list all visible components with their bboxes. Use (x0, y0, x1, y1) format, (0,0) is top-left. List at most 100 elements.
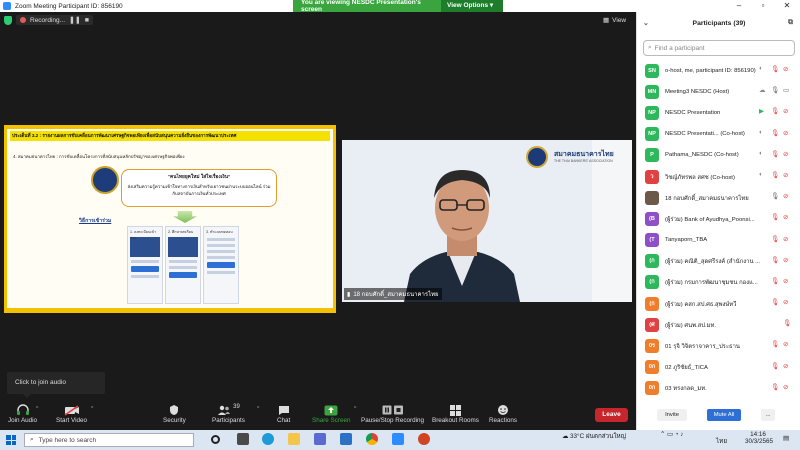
join-audio-tooltip[interactable]: Click to join audio (7, 372, 105, 398)
participant-row[interactable]: (ก (ผู้ร่วม) คสก.สป.ศธ.สุพงษ์ทวี 🎙 ⊘ (637, 293, 800, 314)
participant-search-input[interactable]: ⌕ Find a participant (643, 40, 795, 56)
pause-recording-icon[interactable]: ❚❚ (69, 16, 81, 24)
mic-muted-icon[interactable]: 🎙 (783, 319, 791, 327)
windows-start-icon[interactable] (6, 435, 16, 445)
share-screen-button[interactable]: Share Screen (312, 403, 351, 424)
mic-muted-icon[interactable]: 🎙 (771, 107, 779, 115)
screen-share-icon[interactable]: ◐ (759, 150, 763, 157)
task-view-icon[interactable] (237, 433, 249, 445)
participant-row[interactable]: 18 กอบศักดิ์_สมาคมธนาคารไทย 🎙 ⊘ (637, 187, 800, 208)
more-button[interactable]: ... (761, 409, 775, 421)
input-language[interactable]: ไทย (716, 436, 727, 446)
participants-button[interactable]: 39 Participants (212, 403, 245, 424)
mic-muted-icon[interactable]: 🎙 (771, 362, 779, 370)
mic-icon[interactable]: 🎙 (771, 192, 779, 200)
view-button[interactable]: ▦ View (603, 16, 626, 25)
chrome-icon[interactable] (366, 433, 378, 445)
video-off-icon[interactable]: ⊘ (783, 340, 788, 348)
participant-row[interactable]: SN o-host, me, participant ID: 856190) ◐ 🎙 ⊘ (637, 60, 800, 81)
mic-icon[interactable]: 🎙 (771, 86, 779, 94)
cloud-record-icon[interactable]: ☁ (759, 86, 766, 94)
leave-button[interactable]: Leave (595, 408, 628, 422)
popout-icon[interactable]: ⧉ (788, 19, 793, 27)
participant-row[interactable]: (ศ (ผู้ร่วม) ศนพ.สป.มท. 🎙 (637, 314, 800, 335)
cortana-icon[interactable] (211, 435, 220, 444)
video-off-icon[interactable]: ⊘ (783, 107, 788, 115)
security-button[interactable]: Security (163, 403, 186, 424)
pause-stop-recording-button[interactable]: Pause/Stop Recording (361, 403, 424, 424)
video-off-icon[interactable]: ⊘ (783, 150, 788, 158)
video-off-icon[interactable]: ⊘ (783, 235, 788, 243)
chevron-up-icon[interactable]: ^ (354, 406, 356, 412)
participant-row[interactable]: (T Tanyaporn_TBA 🎙 ⊘ (637, 230, 800, 251)
minimize-icon[interactable]: – (728, 0, 750, 12)
powerpoint-icon[interactable] (418, 433, 430, 445)
participant-row[interactable]: (B (ผู้ร่วม) Bank of Ayudhya_Poonsi... 🎙 ⊘ (637, 208, 800, 229)
participant-row[interactable]: MN Meeting3 NESDC (Host) ☁ 🎙 ▭ (637, 81, 800, 102)
invite-button[interactable]: Invite (657, 409, 687, 421)
reactions-button[interactable]: Reactions (489, 403, 517, 424)
stop-recording-icon[interactable]: ■ (85, 17, 89, 24)
video-off-icon[interactable]: ⊘ (783, 298, 788, 306)
mail-icon[interactable] (340, 433, 352, 445)
zoom-taskbar-icon[interactable] (392, 433, 404, 445)
participant-row[interactable]: ว วิชญ์ภัทรพล สศช (Co-host) ◐ 🎙 ⊘ (637, 166, 800, 187)
participant-row[interactable]: 0ก 02 ภูริชัยธ์_TICA 🎙 ⊘ (637, 357, 800, 378)
participant-row[interactable]: (ก (ผู้ร่วม) คณิติ_สุดศรีรงค์ (สำนักงาน .… (637, 251, 800, 272)
mic-muted-icon[interactable]: 🎙 (771, 383, 779, 391)
avatar: 0ก (645, 381, 659, 396)
view-options-button[interactable]: View Options ▾ (441, 0, 503, 12)
video-off-icon[interactable]: ⊘ (783, 192, 788, 200)
chevron-up-icon[interactable]: ^ (36, 406, 38, 412)
mic-muted-icon[interactable]: 🎙 (771, 129, 779, 137)
mic-muted-icon[interactable]: 🎙 (771, 277, 779, 285)
mic-muted-icon[interactable]: 🎙 (771, 65, 779, 73)
edge-icon[interactable] (262, 433, 274, 445)
chevron-up-icon[interactable]: ^ (257, 406, 259, 412)
video-off-icon[interactable]: ⊘ (783, 277, 788, 285)
maximize-icon[interactable]: ▫ (752, 0, 774, 12)
breakout-rooms-button[interactable]: Breakout Rooms (432, 403, 479, 424)
notifications-icon[interactable]: ▤ (783, 435, 789, 442)
screen-share-icon[interactable]: ▶ (759, 107, 764, 115)
video-tile[interactable]: สมาคมธนาคารไทย THE THAI BANKERS' ASSOCIA… (342, 140, 632, 302)
video-off-icon[interactable]: ⊘ (783, 213, 788, 221)
chevron-up-icon[interactable]: ^ (91, 406, 93, 412)
video-off-icon[interactable]: ⊘ (783, 171, 788, 179)
weather-widget[interactable]: ☁ 33°C ฝนตกส่วนใหญ่ (562, 431, 626, 441)
join-audio-button[interactable]: Join Audio (8, 403, 37, 424)
tray-icons[interactable]: ⌃ ▭ ◔ ♪ (660, 431, 683, 438)
taskbar-search-input[interactable]: ⌕ Type here to search (24, 433, 194, 447)
video-off-icon[interactable]: ⊘ (783, 256, 788, 264)
screen-share-icon[interactable]: ◐ (759, 171, 763, 178)
mic-muted-icon[interactable]: 🎙 (771, 213, 779, 221)
mic-muted-icon[interactable]: 🎙 (771, 340, 779, 348)
participant-row[interactable]: 0ก 03 ทรงกลด_มท. 🎙 ⊘ (637, 378, 800, 399)
start-video-button[interactable]: Start Video (56, 403, 87, 424)
mute-all-button[interactable]: Mute All (707, 409, 741, 421)
participant-row[interactable]: NP NESDC Presentation ▶ 🎙 ⊘ (637, 102, 800, 123)
chevron-down-icon[interactable]: ⌄ (643, 19, 649, 27)
video-off-icon[interactable]: ⊘ (783, 383, 788, 391)
mic-muted-icon[interactable]: 🎙 (771, 171, 779, 179)
file-explorer-icon[interactable] (288, 433, 300, 445)
screen-share-icon[interactable]: ◐ (759, 65, 763, 72)
store-icon[interactable] (314, 433, 326, 445)
screen-share-icon[interactable]: ◐ (759, 129, 763, 136)
video-off-icon[interactable]: ⊘ (783, 362, 788, 370)
video-off-icon[interactable]: ⊘ (783, 129, 788, 137)
video-off-icon[interactable]: ⊘ (783, 65, 788, 73)
mic-muted-icon[interactable]: 🎙 (771, 235, 779, 243)
participant-row[interactable]: (ก (ผู้ร่วม) กรมการพัฒนาชุมชน กองแ... 🎙 ⊘ (637, 272, 800, 293)
mic-muted-icon[interactable]: 🎙 (771, 298, 779, 306)
mic-muted-icon[interactable]: 🎙 (771, 256, 779, 264)
participant-row[interactable]: 0ร 01 รุจิ วิจิตราจาคาร_ประธาน 🎙 ⊘ (637, 335, 800, 356)
video-icon[interactable]: ▭ (783, 86, 789, 94)
shield-icon[interactable] (4, 15, 12, 25)
participant-row[interactable]: P Pathama_NESDC (Co-host) ◐ 🎙 ⊘ (637, 145, 800, 166)
participant-row[interactable]: NP NESDC Presentati... (Co-host) ◐ 🎙 ⊘ (637, 124, 800, 145)
clock[interactable]: 14:16 30/3/2565 (745, 431, 773, 445)
close-icon[interactable]: ✕ (776, 0, 798, 12)
chat-button[interactable]: Chat (277, 403, 290, 424)
mic-muted-icon[interactable]: 🎙 (771, 150, 779, 158)
